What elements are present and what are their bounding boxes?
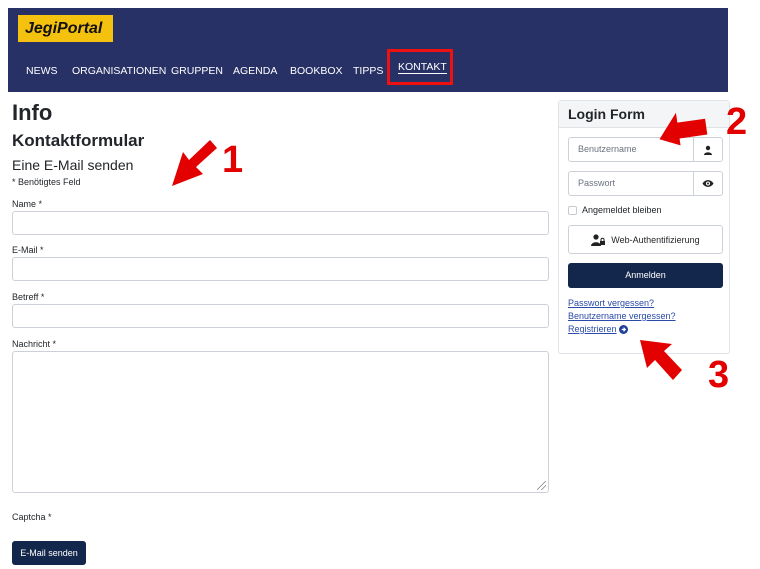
nav-item-kontakt-label: KONTAKT xyxy=(398,61,447,74)
annotation-number-1: 1 xyxy=(222,139,244,181)
resize-handle-icon[interactable] xyxy=(537,481,546,490)
main-navigation: NEWS ORGANISATIONEN GRUPPEN AGENDA BOOKB… xyxy=(8,49,728,85)
password-placeholder: Passwort xyxy=(578,178,616,188)
site-header: JegiPortal NEWS ORGANISATIONEN GRUPPEN A… xyxy=(8,8,728,92)
subject-field[interactable] xyxy=(12,304,549,328)
nav-item-tipps[interactable]: TIPPS xyxy=(353,58,383,84)
eye-icon[interactable] xyxy=(693,172,722,195)
annotation-number-2: 2 xyxy=(726,101,748,143)
form-title: Kontaktformular xyxy=(12,131,145,150)
message-textarea[interactable] xyxy=(12,351,549,493)
nav-item-news[interactable]: NEWS xyxy=(26,58,58,84)
email-label: E-Mail * xyxy=(12,245,44,255)
register-link[interactable]: Registrieren xyxy=(568,324,628,334)
password-input[interactable]: Passwort xyxy=(568,171,723,196)
form-subheading: Eine E-Mail senden xyxy=(12,157,134,173)
message-label: Nachricht * xyxy=(12,339,57,349)
required-note: * Benötigtes Feld xyxy=(12,177,81,187)
webauthn-button[interactable]: Web-Authentifizierung xyxy=(568,225,723,254)
arrow-circle-right-icon xyxy=(618,324,628,334)
register-link-label: Registrieren xyxy=(568,324,617,334)
page-title: Info xyxy=(12,100,53,125)
nav-item-agenda[interactable]: AGENDA xyxy=(233,58,277,84)
remember-me-label: Angemeldet bleiben xyxy=(582,205,662,215)
nav-item-bookbox[interactable]: BOOKBOX xyxy=(290,58,343,84)
arrow-annotation-icon xyxy=(172,140,217,186)
annotation-number-3: 3 xyxy=(708,354,730,396)
nav-item-organisationen[interactable]: ORGANISATIONEN xyxy=(72,58,166,84)
subject-label: Betreff * xyxy=(12,292,45,302)
forgot-password-link[interactable]: Passwort vergessen? xyxy=(568,298,654,308)
send-email-button[interactable]: E-Mail senden xyxy=(12,541,86,565)
user-lock-icon xyxy=(591,233,606,246)
captcha-label: Captcha * xyxy=(12,512,52,522)
nav-item-kontakt[interactable]: KONTAKT xyxy=(387,49,453,85)
email-field[interactable] xyxy=(12,257,549,281)
forgot-username-link[interactable]: Benutzername vergessen? xyxy=(568,311,676,321)
remember-me-checkbox[interactable] xyxy=(568,205,577,215)
name-field[interactable] xyxy=(12,211,549,235)
username-placeholder: Benutzername xyxy=(578,144,637,154)
arrow-annotation-icon xyxy=(640,340,682,380)
arrow-annotation-icon xyxy=(659,112,708,146)
name-label: Name * xyxy=(12,199,43,209)
remember-me-row[interactable]: Angemeldet bleiben xyxy=(568,205,662,215)
nav-item-gruppen[interactable]: GRUPPEN xyxy=(171,58,223,84)
webauthn-label: Web-Authentifizierung xyxy=(611,234,700,245)
login-submit-button[interactable]: Anmelden xyxy=(568,263,723,288)
site-logo[interactable]: JegiPortal xyxy=(18,15,113,42)
